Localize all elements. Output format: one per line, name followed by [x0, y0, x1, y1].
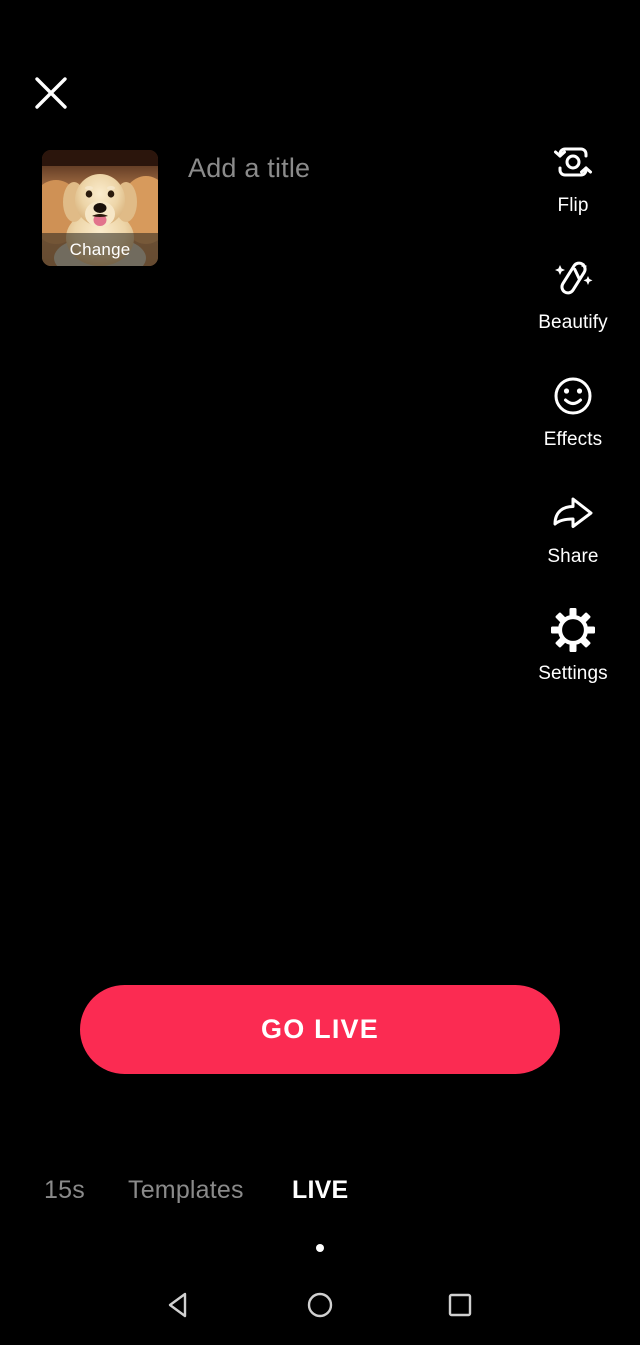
- change-cover-label[interactable]: Change: [42, 233, 158, 266]
- android-nav-bar: [0, 1270, 640, 1345]
- mode-tab-15s[interactable]: 15s: [44, 1176, 85, 1205]
- cover-thumbnail-button[interactable]: Change: [42, 150, 158, 266]
- settings-label: Settings: [538, 663, 608, 684]
- mode-tab-templates[interactable]: Templates: [128, 1176, 244, 1205]
- mode-tab-live[interactable]: LIVE: [292, 1176, 348, 1205]
- nav-back-button[interactable]: [152, 1280, 208, 1336]
- title-input[interactable]: Add a title: [188, 153, 310, 184]
- home-circle-icon: [304, 1289, 336, 1326]
- effects-icon: [549, 370, 597, 422]
- active-tab-indicator-dot: [316, 1244, 324, 1252]
- flip-label: Flip: [557, 195, 589, 216]
- share-label: Share: [547, 546, 599, 567]
- nav-home-button[interactable]: [292, 1280, 348, 1336]
- go-live-button[interactable]: GO LIVE: [80, 985, 560, 1074]
- go-live-label: GO LIVE: [261, 1014, 379, 1044]
- back-triangle-icon: [164, 1289, 196, 1326]
- flip-icon: [549, 136, 597, 188]
- live-setup-screen: Change Add a title Flip Beautify Effects…: [0, 0, 640, 1345]
- share-button[interactable]: Share: [519, 487, 627, 568]
- settings-icon: [549, 604, 597, 656]
- nav-recents-button[interactable]: [432, 1280, 488, 1336]
- flip-button[interactable]: Flip: [519, 136, 627, 217]
- recents-square-icon: [444, 1289, 476, 1326]
- beautify-label: Beautify: [538, 312, 608, 333]
- effects-label: Effects: [543, 429, 603, 450]
- settings-button[interactable]: Settings: [519, 604, 627, 685]
- beautify-icon: [549, 253, 597, 305]
- change-cover-text: Change: [69, 239, 131, 259]
- effects-button[interactable]: Effects: [519, 370, 627, 451]
- action-rail: Flip Beautify Effects Share Settings: [519, 136, 627, 685]
- beautify-button[interactable]: Beautify: [519, 253, 627, 334]
- cover-and-title-row: Change Add a title: [42, 150, 310, 266]
- close-button[interactable]: [26, 68, 76, 118]
- close-icon: [31, 73, 71, 113]
- share-icon: [548, 487, 598, 539]
